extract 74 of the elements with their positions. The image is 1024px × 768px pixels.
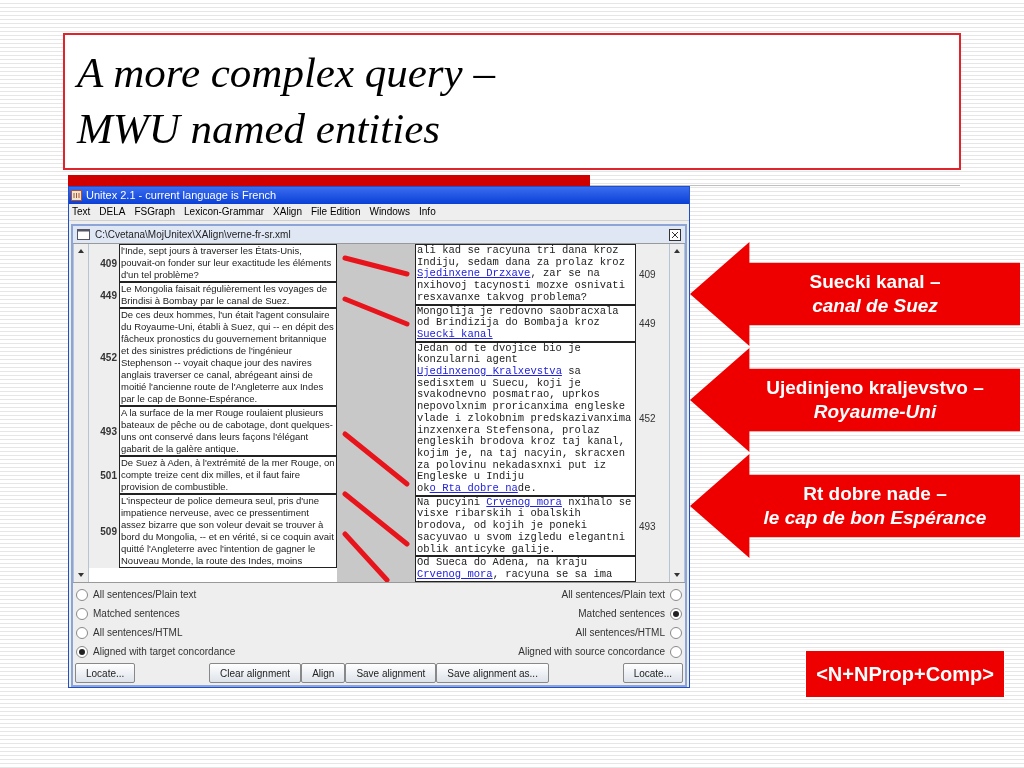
radio-button[interactable] xyxy=(76,588,88,601)
radio-button[interactable] xyxy=(76,607,88,620)
radio-button[interactable] xyxy=(670,607,682,620)
sentence-number: 501 xyxy=(89,456,119,494)
sentence-number: 452 xyxy=(89,308,119,406)
radio-button[interactable] xyxy=(76,626,88,639)
sentence-number: 509 xyxy=(89,494,119,568)
callout-text: Royaume-Uni xyxy=(813,400,937,424)
menu-item[interactable]: File Edition xyxy=(311,204,361,220)
target-sentence: Mongolija je redovno saobracxala od Brindizija do Bombaja kroz Suecki kanal xyxy=(415,304,636,342)
radio-label[interactable]: All sentences/Plain text xyxy=(561,587,665,602)
close-icon[interactable] xyxy=(669,228,681,241)
entity-link[interactable]: Crvenog mora xyxy=(417,568,493,580)
target-sentence: Jedan od te dvojice bio je konzularni agent Ujedinxenog Kralxevstva sa sedisxtem u Suecu, koji je svakodnevno posmatrao, uprkos nepovolxnim proricanxima engleske vlade i zlokobnim predskazivanxima inzxenxera Stefensona, prolaz engleskih brodova kroz taj kanal, kojim je, na taj nacyin, skracxen za polovinu nekadasxnxi put iz Engleske u Indiju oko Rta dobre nade. xyxy=(415,341,636,496)
action-button[interactable]: Locate... xyxy=(622,663,683,683)
entity-link[interactable]: Ujedinxenog xyxy=(417,365,493,378)
menu-item[interactable]: Text xyxy=(72,204,91,220)
target-sentence: Od Sueca do Adena, na kraju Crvenog mora, racyuna se sa ima xyxy=(415,556,636,582)
radio-button[interactable] xyxy=(76,645,88,658)
source-sentence: De ces deux hommes, l'un était l'agent consulaire du Royaume-Uni, établi à Suez, qui -- en dépit des fâcheux pronostics du gouvernement britannique et des sinistres prédictions de l'ingénieur Stephenson -- voyait chaque jour des navires anglais traverser ce canal, abrégeant ainsi de moitié l'ancienne route de l'Angleterre aux Indes par le cap de Bonne-Espérance. xyxy=(119,308,337,406)
radio-label[interactable]: All sentences/Plain text xyxy=(93,587,197,602)
radio-label[interactable]: Aligned with target concordance xyxy=(93,644,236,659)
callout-text: Ujedinjeno kraljevstvo – xyxy=(766,376,984,400)
radio-label[interactable]: Aligned with source concordance xyxy=(518,644,665,659)
radio-label[interactable]: Matched sentences xyxy=(93,606,180,621)
action-button[interactable]: Clear alignment xyxy=(209,663,302,683)
entity-link[interactable]: Sjedinxene Drzxave xyxy=(417,267,531,280)
entity-link[interactable]: Suecki kanal xyxy=(417,327,493,340)
source-sentence: L'inspecteur de police demeura seul, pris d'une impatience nerveuse, avec ce pressentiment assez bizarre que son voleur devait se trouver à bord du Mongolia, -- et en vérité, si ce coquin avait quitté l'Angleterre avec l'intention de gagner le Nouveau Monde, la route des Indes, moins xyxy=(119,494,337,568)
window-title: Unitex 2.1 - current language is French xyxy=(86,188,277,203)
radio-label[interactable]: Matched sentences xyxy=(578,606,665,621)
menu-item[interactable]: FSGraph xyxy=(134,204,176,220)
menu-item[interactable]: Windows xyxy=(369,204,411,220)
number-cell: 449 xyxy=(636,304,669,342)
action-button[interactable]: Align xyxy=(301,663,346,683)
sentence-number: 493 xyxy=(89,406,119,456)
callout-text: Rt dobre nade – xyxy=(803,482,947,506)
target-sentence: Na pucyini Crvenog mora nxihalo se visxe ribarskih i obalskih brodova, od kojih je poneki sacyuvao u svom izgledu elegantni oblik anticyke galije. xyxy=(415,495,636,557)
number-cell: 409 xyxy=(636,244,669,305)
source-sentence: A la surface de la mer Rouge roulaient plusieurs bateaux de pêche ou de cabotage, dont quelques-uns ont conservé dans leurs façons l'élégant gabarit de la galère antique. xyxy=(119,406,337,456)
entity-link[interactable]: o Rta dobre na xyxy=(429,482,518,495)
number-cell: 452 xyxy=(636,341,669,496)
menu-item[interactable]: Info xyxy=(419,204,436,220)
radio-button[interactable] xyxy=(670,645,682,658)
entity-link[interactable]: Kralxevstva xyxy=(492,365,562,378)
scrollbar[interactable] xyxy=(669,244,685,582)
radio-button[interactable] xyxy=(670,626,682,639)
menu-item[interactable]: Lexicon-Grammar xyxy=(184,204,265,220)
number-cell: 493 xyxy=(636,495,669,557)
source-sentence: Le Mongolia faisait régulièrement les voyages de Brindisi à Bombay par le canal de Suez. xyxy=(119,282,337,308)
app-icon xyxy=(71,189,82,201)
sentence-number: 449 xyxy=(89,282,119,308)
sentence-number: 409 xyxy=(89,244,119,282)
action-button[interactable]: Locate... xyxy=(75,663,136,683)
radio-label[interactable]: All sentences/HTML xyxy=(93,625,183,640)
document-title: C:\Cvetana\MojUnitex\XAlign\verne-fr-sr.xml xyxy=(95,228,291,242)
tag-label: <N+NProp+Comp> xyxy=(805,650,1005,698)
callout-text: le cap de bon Espérance xyxy=(763,506,987,530)
action-button[interactable]: Save alignment xyxy=(345,663,437,683)
entity-link[interactable]: Crvenog mora xyxy=(486,495,562,508)
number-cell xyxy=(636,556,669,582)
callout-text: canal de Suez xyxy=(812,294,938,318)
radio-label[interactable]: All sentences/HTML xyxy=(575,625,665,640)
menu-item[interactable]: XAlign xyxy=(273,204,302,220)
slide-title: MWU named entities xyxy=(77,104,442,154)
menu-item[interactable]: DELA xyxy=(99,204,126,220)
target-sentence: ali kad se racyuna tri dana kroz Indiju, sedam dana za prolaz kroz Sjedinxene Drzxave, zar se na nxihovoj tacynosti mozxe osnivati resxavanxe takvog problema? xyxy=(415,244,636,305)
document-icon xyxy=(77,229,90,240)
callout-text: Suecki kanal – xyxy=(809,270,941,294)
source-sentence: De Suez à Aden, à l'extrémité de la mer Rouge, on compte treize cent dix milles, et il faut faire provision de combustible. xyxy=(119,456,337,494)
scrollbar[interactable] xyxy=(73,244,89,582)
source-sentence: l'Inde, sept jours à traverser les États-Unis, pouvait-on fonder sur leur exactitude les éléments d'un tel problème? xyxy=(119,244,337,282)
action-button[interactable]: Save alignment as... xyxy=(436,663,549,683)
radio-button[interactable] xyxy=(670,588,682,601)
